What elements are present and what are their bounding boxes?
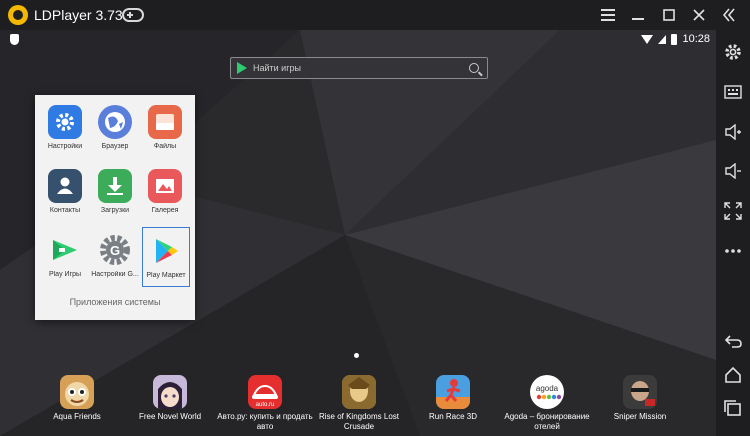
shield-icon [10,34,19,45]
app-gallery[interactable]: Галерея [139,163,191,223]
search-input[interactable] [253,63,469,73]
close-icon [693,9,705,21]
home-icon [725,367,741,383]
app-browser[interactable]: Браузер [89,99,141,159]
app-files[interactable]: Файлы [139,99,191,159]
title-bar: LDPlayer 3.73 [0,0,750,30]
close-button[interactable] [689,5,709,25]
double-chevron-left-icon [723,8,735,22]
volume-down-icon [725,163,741,179]
app-label: Загрузки [100,207,130,214]
right-sidebar [716,30,750,436]
folder-title: Приложения системы [69,297,161,307]
back-button[interactable] [723,331,743,351]
battery-icon [671,33,678,45]
app-downloads[interactable]: Загрузки [89,163,141,223]
app-play-market[interactable]: Play Маркет [142,227,190,287]
svg-text:G: G [110,243,120,258]
dock-app-sniper-mission[interactable]: Sniper Mission [590,375,690,422]
svg-text:agoda: agoda [536,384,559,393]
play-games-icon [48,233,82,267]
dock-app-autoru[interactable]: auto.ru Авто.ру: купить и продать авто [215,375,315,432]
app-label: Настройки G... [91,271,139,278]
android-screen: 10:28 Настройки Браузер [0,30,716,436]
svg-text:auto.ru: auto.ru [256,402,275,408]
files-icon [148,105,182,139]
sniper-mission-icon [623,375,657,409]
volume-up-button[interactable] [723,122,743,142]
ldplayer-window: LDPlayer 3.73 10:28 Найти игры Настройки… [0,0,750,436]
app-settings[interactable]: Настройки [39,99,91,159]
gamepad-icon[interactable] [122,8,144,22]
collapse-sidebar-button[interactable] [719,5,739,25]
minimize-icon [632,18,644,20]
app-label: Sniper Mission [613,412,667,421]
fullscreen-button[interactable] [723,201,743,221]
app-contacts[interactable]: Контакты [39,163,91,223]
maximize-button[interactable] [659,5,679,25]
autoru-icon: auto.ru [248,375,282,409]
recent-apps-icon [724,400,741,416]
app-google-settings[interactable]: G Настройки G... [89,227,141,287]
app-label: Rise of Kingdoms Lost Crusade [318,412,400,431]
minimize-button[interactable] [628,5,648,25]
wifi-icon [641,34,654,44]
volume-down-button[interactable] [723,161,743,181]
play-store-icon [237,62,247,74]
app-label: Файлы [153,143,177,150]
dock-app-agoda[interactable]: agoda Agoda – бронирование отелей [497,375,597,432]
settings-button[interactable] [723,42,743,62]
google-settings-icon: G [98,233,132,267]
app-label: Play Игры [48,271,82,278]
system-apps-folder: Настройки Браузер Файлы Контакты Загрузк… [35,95,195,320]
recent-apps-button[interactable] [723,398,743,418]
app-label: Галерея [151,207,179,214]
search-bar[interactable] [230,57,488,79]
home-button[interactable] [723,365,743,385]
gear-icon [725,44,741,60]
dock-app-run-race-3d[interactable]: Run Race 3D [403,375,503,422]
keyboard-button[interactable] [723,82,743,102]
more-dots-icon [725,249,741,253]
app-label: Agoda – бронирование отелей [504,412,590,431]
keyboard-icon [724,85,742,99]
app-label: Браузер [101,143,129,150]
back-arrow-icon [724,335,742,348]
dock-app-aqua-friends[interactable]: Aqua Friends [27,375,127,422]
hamburger-icon [601,9,615,21]
more-button[interactable] [723,241,743,261]
app-label: Play Маркет [146,272,186,279]
dock-app-rise-of-kingdoms[interactable]: Rise of Kingdoms Lost Crusade [309,375,409,432]
signal-icon [658,34,667,44]
status-bar: 10:28 [0,30,716,50]
play-market-icon [149,234,183,268]
maximize-icon [663,9,675,21]
app-label: Настройки [47,143,83,150]
app-label: Контакты [49,207,81,214]
agoda-icon: agoda [530,375,564,409]
aqua-friends-icon [60,375,94,409]
volume-up-icon [725,124,741,140]
app-label: Aqua Friends [53,412,101,421]
rise-of-kingdoms-icon [342,375,376,409]
gallery-icon [148,169,182,203]
status-time: 10:28 [682,33,710,45]
contacts-icon [48,169,82,203]
free-novel-world-icon [153,375,187,409]
app-label: Free Novel World [138,412,202,421]
app-play-games[interactable]: Play Игры [39,227,91,287]
run-race-3d-icon [436,375,470,409]
app-label: Run Race 3D [428,412,478,421]
window-title: LDPlayer 3.73 [34,7,123,23]
app-label: Авто.ру: купить и продать авто [217,412,313,431]
fullscreen-icon [724,202,742,220]
page-indicator [354,353,359,358]
dock-app-free-novel-world[interactable]: Free Novel World [120,375,220,422]
settings-icon [48,105,82,139]
menu-button[interactable] [598,5,618,25]
ldplayer-logo [8,5,28,25]
browser-icon [98,105,132,139]
search-icon[interactable] [469,63,479,73]
downloads-icon [98,169,132,203]
